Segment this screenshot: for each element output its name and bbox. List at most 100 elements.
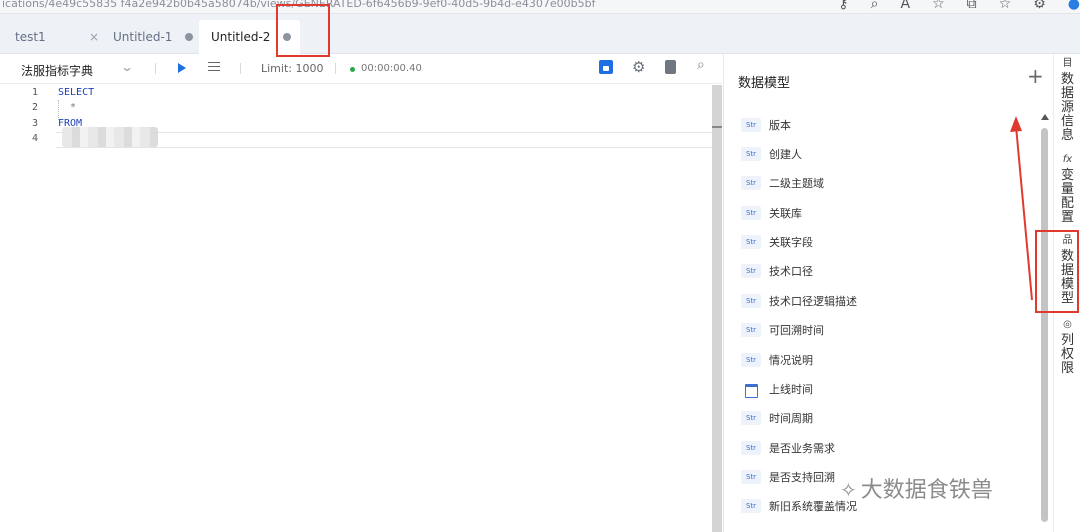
divider <box>335 63 336 74</box>
limit-select[interactable]: Limit: 1000 <box>261 62 323 75</box>
star-icon[interactable]: ☆ <box>932 0 945 12</box>
model-field-item[interactable]: Str 情况说明 <box>741 350 813 370</box>
line-number: 1 <box>31 87 38 98</box>
rail-label: 列权限 <box>1060 333 1074 376</box>
close-icon[interactable]: × <box>89 30 99 44</box>
string-type-icon: Str <box>741 118 761 132</box>
elapsed-time: 00:00:00.40 <box>361 63 422 74</box>
browser-toolbar-icons: ⚷ ⌕ A ☆ ⧉ ☆ ⚙ ● <box>838 0 1080 12</box>
model-field-item[interactable]: Str 版本 <box>741 115 791 135</box>
rail-item-variables[interactable]: fx 变量配置 <box>1054 153 1080 225</box>
model-field-item[interactable]: Str 创建人 <box>741 144 802 164</box>
model-field-item[interactable]: Str 关联字段 <box>741 232 813 252</box>
rail-item-column-permissions[interactable]: ◎ 列权限 <box>1054 318 1080 376</box>
model-field-item[interactable]: Str 关联库 <box>741 203 802 223</box>
string-type-icon: Str <box>741 411 761 425</box>
tab-untitled-1[interactable]: Untitled-1 <box>101 20 201 54</box>
add-model-button[interactable]: + <box>1027 66 1044 86</box>
sql-editor[interactable]: 1 SELECT 2 * 3 FROM 4 <box>0 85 712 532</box>
string-type-icon: Str <box>741 470 761 484</box>
tab-label: Untitled-2 <box>211 30 271 44</box>
tab-test1[interactable]: test1 × <box>3 20 107 54</box>
favorites-icon[interactable]: ☆ <box>999 0 1012 12</box>
model-field-item[interactable]: Str 二级主题域 <box>741 173 824 193</box>
tab-label: test1 <box>15 30 46 44</box>
font-icon[interactable]: A <box>901 0 911 12</box>
tab-label: Untitled-1 <box>113 30 173 44</box>
calendar-icon <box>741 382 761 398</box>
highlight-box-rail <box>1035 230 1079 313</box>
panel-title: 数据模型 <box>738 76 791 91</box>
wechat-icon: ✧ <box>840 478 857 502</box>
browser-address-bar[interactable]: ications/4e49c55835 f4a2e942b0b45a58074b… <box>0 0 1080 14</box>
string-type-icon: Str <box>741 323 761 337</box>
status-dot <box>350 67 355 72</box>
string-type-icon: Str <box>741 147 761 161</box>
scroll-marker <box>712 126 722 128</box>
line-number: 4 <box>31 133 38 144</box>
model-field-item[interactable]: Str 时间周期 <box>741 408 813 428</box>
field-name: 技术口径逻辑描述 <box>769 295 857 308</box>
string-type-icon: Str <box>741 264 761 278</box>
field-name: 可回溯时间 <box>769 324 824 337</box>
key-icon[interactable]: ⚷ <box>838 0 848 12</box>
function-icon: fx <box>1062 154 1073 165</box>
model-field-item[interactable]: Str 是否支持回溯 <box>741 467 835 487</box>
string-type-icon: Str <box>741 206 761 220</box>
save-icon[interactable] <box>599 60 613 74</box>
datasource-select[interactable]: 法服指标字典 <box>21 62 93 79</box>
string-type-icon: Str <box>741 235 761 249</box>
rail-item-datasource-info[interactable]: 目 数据源信息 <box>1054 57 1080 143</box>
field-name: 时间周期 <box>769 412 813 425</box>
shield-icon: ◎ <box>1063 319 1072 330</box>
scrollbar-thumb[interactable] <box>1041 128 1048 522</box>
watermark-text: 大数据食铁兽 <box>860 478 993 503</box>
query-toolbar: 法服指标字典 ⌄ Limit: 1000 00:00:00.40 ⚙ ⌕ <box>0 54 722 84</box>
model-field-item[interactable]: Str 技术口径逻辑描述 <box>741 291 857 311</box>
panel-scrollbar[interactable] <box>1041 114 1049 532</box>
model-field-item[interactable]: Str 可回溯时间 <box>741 320 824 340</box>
string-type-icon: Str <box>741 294 761 308</box>
search-icon[interactable]: ⌕ <box>697 57 711 73</box>
string-type-icon: Str <box>741 441 761 455</box>
model-field-item[interactable]: Str 技术口径 <box>741 261 813 281</box>
field-name: 二级主题域 <box>769 177 824 190</box>
profile-icon[interactable]: ● <box>1068 0 1080 12</box>
line-number: 3 <box>31 118 38 129</box>
string-type-icon: Str <box>741 353 761 367</box>
code-line: 1 SELECT <box>0 87 712 102</box>
scroll-up-icon[interactable] <box>1041 114 1049 120</box>
model-field-item[interactable]: 上线时间 <box>741 379 813 399</box>
gear-icon[interactable]: ⚙ <box>632 58 646 76</box>
line-number: 2 <box>31 102 38 113</box>
scrollbar-thumb[interactable] <box>712 85 722 532</box>
zoom-icon[interactable]: ⌕ <box>871 0 879 12</box>
editor-tab-bar: test1 × Untitled-1 Untitled-2 <box>0 14 1080 54</box>
run-icon[interactable] <box>178 63 186 73</box>
unsaved-dot-icon[interactable] <box>185 33 193 41</box>
extensions-icon[interactable]: ⚙ <box>1033 0 1046 12</box>
rail-label: 数据源信息 <box>1060 72 1074 143</box>
book-icon[interactable] <box>665 60 676 74</box>
split-icon[interactable]: ⧉ <box>967 0 977 12</box>
code-text[interactable]: * <box>58 102 76 113</box>
field-name: 上线时间 <box>769 383 813 396</box>
field-name: 技术口径 <box>769 265 813 278</box>
data-model-panel: 数据模型 + Str 版本 Str 创建人 Str 二级主题域 Str 关联库 Str 关… <box>723 54 1053 532</box>
field-name: 情况说明 <box>769 354 813 367</box>
format-icon[interactable] <box>208 62 220 74</box>
chevron-down-icon[interactable]: ⌄ <box>120 60 133 74</box>
rail-label: 变量配置 <box>1060 168 1074 225</box>
field-name: 创建人 <box>769 148 802 161</box>
field-name: 版本 <box>769 119 791 132</box>
divider <box>155 63 156 74</box>
indent-guide <box>58 100 59 120</box>
watermark: ✧ 大数据食铁兽 <box>840 472 993 504</box>
catalog-icon: 目 <box>1062 58 1073 69</box>
highlight-box-add <box>276 4 330 57</box>
editor-scrollbar[interactable] <box>712 85 722 532</box>
code-text[interactable]: SELECT <box>58 87 94 98</box>
model-field-item[interactable]: Str 是否业务需求 <box>741 438 835 458</box>
field-name: 关联字段 <box>769 236 813 249</box>
string-type-icon: Str <box>741 499 761 513</box>
